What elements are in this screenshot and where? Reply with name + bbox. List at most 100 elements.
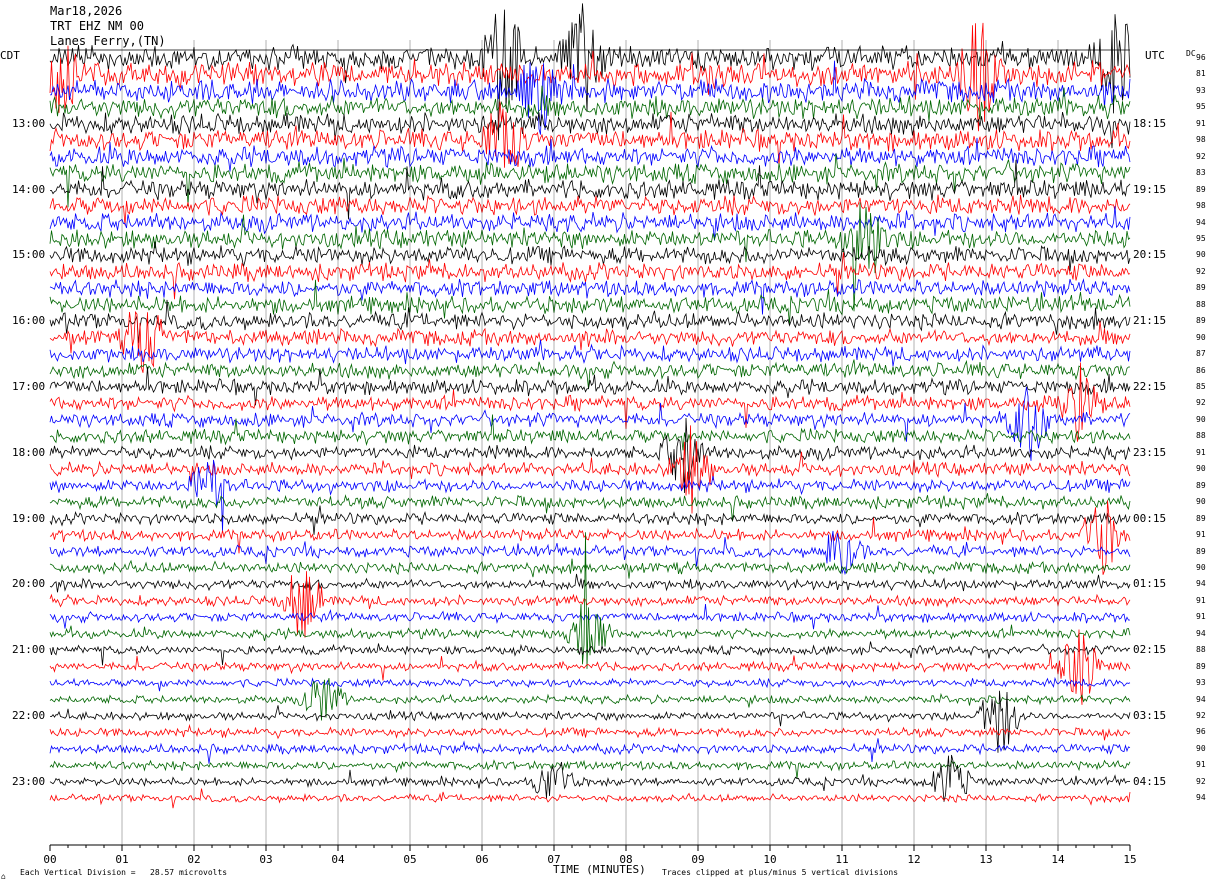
dc-offset-value: 89	[1196, 661, 1206, 671]
x-axis-title: TIME (MINUTES)	[553, 863, 646, 876]
dc-offset-value: 94	[1196, 217, 1206, 227]
dc-offset-value: 91	[1196, 447, 1206, 457]
dc-offset-value: 91	[1196, 118, 1206, 128]
channel-label: TRT EHZ NM 00	[50, 19, 144, 33]
x-tick-label: 11	[835, 853, 848, 866]
seismic-trace	[49, 505, 1131, 535]
dc-offset-value: 94	[1196, 628, 1206, 638]
seismic-trace	[49, 153, 1131, 208]
dc-offset-value: 91	[1196, 530, 1206, 540]
dc-offset-value: 94	[1196, 793, 1206, 803]
dc-offset-value: 85	[1196, 382, 1206, 391]
utc-hour-label: 21:15	[1133, 314, 1167, 328]
x-tick-label: 02	[187, 853, 200, 866]
dc-offset-value: 92	[1196, 151, 1206, 161]
seismic-trace	[49, 22, 1131, 132]
dc-offset-value: 96	[1196, 727, 1206, 737]
dc-offset-value: 89	[1196, 184, 1206, 194]
seismic-trace	[49, 339, 1131, 367]
dc-offset-value: 94	[1196, 694, 1206, 704]
cdt-hour-label: 16:00	[12, 314, 46, 328]
dc-offset-value: 88	[1196, 299, 1206, 309]
utc-hour-label: 01:15	[1133, 577, 1167, 591]
utc-hour-label: 04:15	[1133, 774, 1167, 788]
cdt-hour-label: 18:00	[12, 445, 46, 459]
cdt-hour-label: 22:00	[12, 709, 46, 722]
seismic-trace	[49, 754, 1131, 802]
cdt-hour-label: 13:00	[12, 116, 46, 130]
dc-header-label: DC	[1186, 49, 1196, 58]
dc-offset-value: 95	[1196, 233, 1206, 243]
scale-note: Each Vertical Division = 28.57 microvolt…	[20, 868, 228, 877]
seismic-trace	[49, 137, 1131, 172]
dc-offset-value: 93	[1196, 85, 1206, 95]
cdt-hour-label: 20:00	[12, 577, 46, 591]
dc-offset-value: 88	[1196, 431, 1206, 441]
x-tick-label: 12	[907, 853, 920, 866]
seismic-trace	[49, 629, 1131, 705]
dc-offset-value: 87	[1196, 349, 1206, 359]
seismic-trace	[49, 386, 1131, 461]
dc-offset-value: 89	[1196, 480, 1206, 490]
utc-hour-label: 02:15	[1133, 643, 1167, 657]
dc-offset-value: 90	[1196, 414, 1206, 424]
dc-offset-value: 81	[1196, 69, 1206, 79]
seismic-trace	[49, 278, 1131, 315]
seismic-trace	[49, 493, 1131, 522]
dc-offset-value: 98	[1196, 135, 1206, 145]
x-tick-label: 06	[475, 853, 488, 866]
dc-offset-value: 89	[1196, 316, 1206, 326]
dc-offset-value: 91	[1196, 612, 1206, 622]
dc-offset-value: 90	[1196, 743, 1206, 753]
left-timezone-label: CDT	[0, 49, 20, 62]
dc-offset-value: 83	[1196, 168, 1206, 178]
dc-offset-value: 90	[1196, 497, 1206, 507]
dc-offset-value: 88	[1196, 645, 1206, 655]
dc-offset-value: 92	[1196, 398, 1206, 408]
seismic-trace	[49, 3, 1131, 141]
dc-offset-value: 89	[1196, 546, 1206, 556]
x-tick-label: 04	[331, 853, 345, 866]
utc-hour-label: 23:15	[1133, 445, 1167, 459]
dc-offset-value: 89	[1196, 513, 1206, 523]
seismic-traces	[49, 3, 1131, 809]
x-tick-label: 15	[1123, 853, 1136, 866]
location-label: Lanes Ferry,(TN)	[50, 34, 166, 48]
cdt-hour-label: 15:00	[12, 248, 46, 262]
dc-offset-value: 98	[1196, 201, 1206, 211]
utc-hour-label: 19:15	[1133, 182, 1167, 196]
dc-offset-value: 93	[1196, 678, 1206, 688]
dc-offset-value: 90	[1196, 250, 1206, 260]
seismic-trace	[49, 571, 1131, 638]
corner-mark: ⌂	[1, 872, 6, 881]
cdt-hour-label: 23:00	[12, 774, 46, 788]
x-tick-label: 14	[1051, 853, 1065, 866]
utc-hour-label: 22:15	[1133, 380, 1167, 393]
dc-offset-value: 91	[1196, 595, 1206, 605]
helicorder-chart: 00 01 02 03 04 05 06 07 08 09 10 11 12 13 14 15	[43, 3, 1137, 866]
date-label: Mar18,2026	[50, 4, 123, 18]
dc-offset-value: 92	[1196, 776, 1206, 786]
x-tick-label: 10	[763, 853, 776, 866]
utc-hour-label: 18:15	[1133, 116, 1167, 130]
dc-offset-value: 91	[1196, 760, 1206, 770]
utc-hour-label: 20:15	[1133, 248, 1167, 262]
seismic-trace	[49, 359, 1130, 389]
seismic-trace	[49, 738, 1131, 764]
dc-offset-value: 92	[1196, 711, 1206, 720]
seismic-trace	[49, 676, 1131, 692]
seismic-trace	[49, 723, 1131, 741]
x-tick-label: 13	[979, 853, 992, 866]
dc-offset-value: 90	[1196, 332, 1206, 342]
seismic-trace	[49, 573, 1131, 593]
dc-offset-value: 96	[1196, 53, 1206, 62]
x-tick-label: 09	[691, 853, 704, 866]
seismic-trace	[49, 788, 1131, 809]
minute-grid	[50, 40, 1130, 848]
x-tick-label: 05	[403, 853, 416, 866]
right-timezone-label: UTC	[1145, 49, 1165, 62]
utc-hour-label: 03:15	[1133, 709, 1167, 722]
dc-offset-value: 90	[1196, 562, 1206, 572]
seismic-trace	[49, 252, 1131, 300]
seismic-trace	[49, 101, 1131, 168]
